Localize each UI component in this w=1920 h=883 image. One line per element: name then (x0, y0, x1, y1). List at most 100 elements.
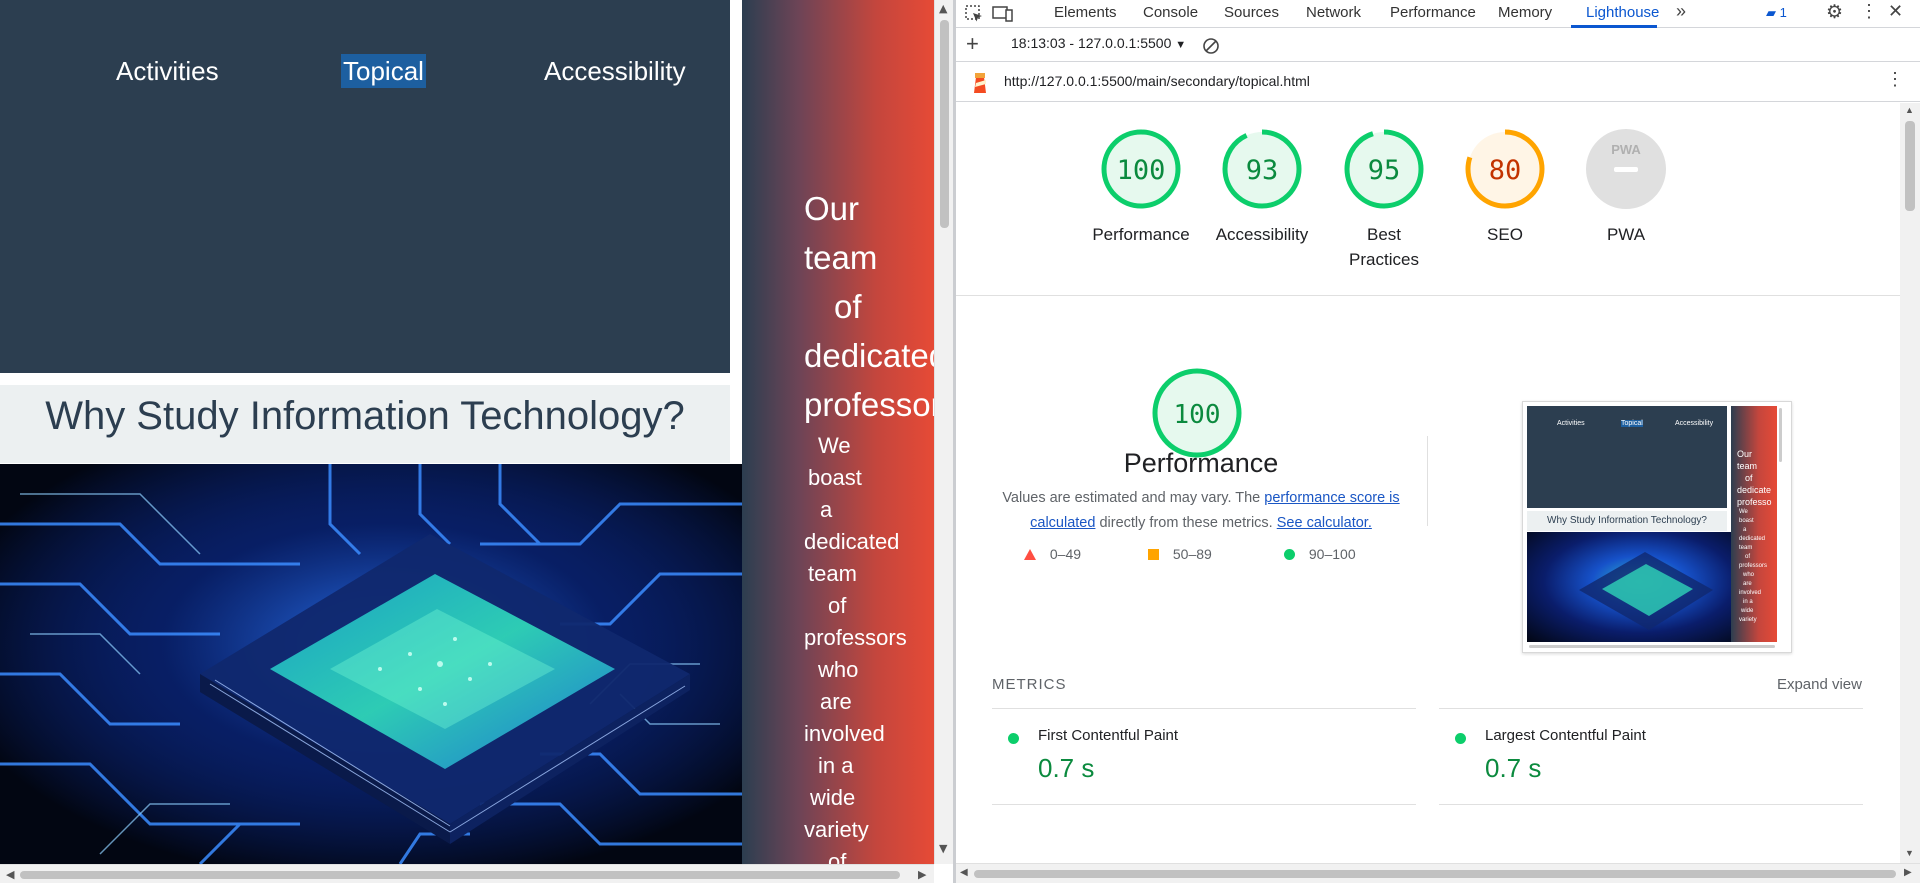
tab-elements[interactable]: Elements (1054, 4, 1117, 21)
circuit-chip-image (0, 464, 742, 864)
issues-count: 1 (1779, 5, 1787, 20)
side-word: wide (810, 785, 856, 810)
side-word: professors (804, 386, 934, 423)
device-toolbar-icon[interactable] (992, 4, 1014, 24)
scroll-down-icon[interactable]: ▼ (1905, 848, 1914, 858)
metric-name: First Contentful Paint (1038, 727, 1179, 744)
thumb-side-word: variety (1739, 617, 1757, 623)
gauge-label: Accessibility (1215, 225, 1309, 244)
gauge-ring: 80 (1465, 129, 1545, 209)
gauge-pwa[interactable]: PWA PWA (1571, 127, 1681, 247)
legend-average: 50–89 (1148, 546, 1212, 562)
scrollbar-thumb[interactable] (20, 871, 900, 879)
report-select[interactable]: 18:13:03 - 127.0.0.1:5500 ▼ (1011, 35, 1186, 51)
tab-console[interactable]: Console (1143, 4, 1198, 21)
settings-gear-icon[interactable]: ⚙ (1826, 1, 1843, 24)
scroll-up-icon[interactable]: ▲ (939, 2, 947, 15)
gauge-ring: 95 (1344, 129, 1424, 209)
scroll-left-icon[interactable]: ◀ (960, 867, 968, 878)
more-tabs-icon[interactable]: » (1676, 1, 1686, 22)
gauge-seo[interactable]: 80 SEO (1450, 127, 1560, 247)
performance-big-gauge: 100 (1152, 368, 1242, 458)
side-word: a (820, 497, 833, 522)
nav-link-topical[interactable]: Topical (341, 54, 426, 88)
legend-average-label: 50–89 (1172, 546, 1212, 562)
gauge-accessibility[interactable]: 93 Accessibility (1207, 127, 1317, 247)
side-word: team (804, 239, 878, 276)
metric-divider (992, 804, 1416, 805)
page-horizontal-scrollbar[interactable]: ◀ ▶ (0, 864, 934, 883)
tab-lighthouse[interactable]: Lighthouse (1586, 4, 1659, 21)
tab-sources[interactable]: Sources (1224, 4, 1279, 21)
side-word: Our (804, 190, 860, 227)
performance-title: Performance (1123, 448, 1279, 478)
page-heading: Why Study Information Technology? (45, 394, 685, 438)
new-report-button[interactable]: + (966, 31, 979, 57)
thumb-side-text: We boast a dedicated team of professors … (1739, 508, 1767, 625)
thumb-side-word: of (1745, 473, 1753, 483)
scroll-up-icon[interactable]: ▲ (1905, 105, 1914, 115)
tab-network[interactable]: Network (1306, 4, 1361, 21)
scrollbar-thumb[interactable] (1905, 121, 1915, 211)
report-url: http://127.0.0.1:5500/main/secondary/top… (1004, 73, 1310, 89)
site-nav: Activities Topical Accessibility (0, 0, 730, 373)
gauge-ring: 100 (1101, 129, 1181, 209)
side-word: involved (804, 721, 885, 746)
see-calculator-link[interactable]: See calculator. (1277, 515, 1372, 531)
clear-reports-icon[interactable] (1202, 37, 1220, 55)
tab-performance[interactable]: Performance (1390, 4, 1476, 21)
scroll-right-icon[interactable]: ▶ (918, 868, 926, 881)
final-screenshot-thumbnail[interactable]: Activities Topical Accessibility Why Stu… (1522, 401, 1792, 653)
side-word: team (808, 561, 857, 586)
desc-text: directly from these metrics. (1095, 515, 1277, 531)
more-options-icon[interactable]: ⋮ (1860, 1, 1878, 22)
nav-gap (730, 0, 742, 373)
thumb-scrollbar (1779, 408, 1782, 462)
inspect-element-icon[interactable] (964, 4, 984, 24)
close-devtools-icon[interactable]: ✕ (1888, 1, 1903, 22)
pass-circle-icon (1284, 549, 1295, 560)
tab-memory[interactable]: Memory (1498, 4, 1552, 21)
thumb-heading: Why Study Information Technology? (1527, 511, 1727, 531)
scroll-left-icon[interactable]: ◀ (6, 868, 14, 881)
gauge-label: SEO (1487, 225, 1523, 244)
scroll-right-icon[interactable]: ▶ (1904, 867, 1912, 878)
scrollbar-thumb[interactable] (940, 20, 949, 228)
gauge-label: Best Practices (1349, 225, 1419, 269)
scrollbar-thumb[interactable] (974, 870, 1896, 878)
nav-link-activities[interactable]: Activities (116, 54, 219, 88)
nav-link-accessibility[interactable]: Accessibility (544, 54, 686, 88)
devtools-horizontal-scrollbar[interactable]: ◀ ▶ (956, 863, 1920, 883)
gauge-score: 100 (1117, 155, 1166, 186)
gauge-label: Performance (1092, 225, 1190, 244)
legend-fail-label: 0–49 (1049, 546, 1082, 562)
thumb-side-word: wide (1741, 608, 1754, 614)
report-select-value: 18:13:03 - 127.0.0.1:5500 (1011, 35, 1172, 51)
thumb-side-word: professo (1737, 497, 1772, 507)
gauge-best-practices[interactable]: 95 Best Practices (1329, 127, 1439, 272)
message-icon: ▰ (1766, 5, 1776, 20)
thumb-side-word: dedicate (1737, 485, 1772, 495)
thumb-side-word: of (1745, 554, 1751, 560)
report-vertical-scrollbar[interactable]: ▲ ▼ (1900, 103, 1920, 863)
metric-value: 0.7 s (1485, 753, 1542, 783)
pwa-badge-icon: PWA (1586, 129, 1666, 209)
thumb-side-heading: Our team of dedicate professo (1737, 448, 1772, 508)
pass-circle-icon (1455, 733, 1466, 744)
side-word: dedicated (804, 529, 900, 554)
thumb-nav: Activities Topical Accessibility (1527, 406, 1727, 508)
issues-badge[interactable]: ▰ 1 (1766, 5, 1787, 21)
expand-view-button[interactable]: Expand view (1777, 676, 1862, 693)
page-vertical-scrollbar[interactable]: ▲ ▼ (934, 0, 953, 864)
metric-first-contentful-paint: First Contentful Paint 0.7 s (992, 708, 1416, 805)
devtools-panel: Elements Console Sources Network Perform… (956, 0, 1920, 883)
thumb-nav-link: Activities (1557, 420, 1585, 427)
scroll-down-icon[interactable]: ▼ (939, 842, 947, 855)
desc-text: Values are estimated and may vary. The (1002, 490, 1265, 506)
legend-pass: 90–100 (1284, 546, 1356, 562)
side-word: boast (808, 465, 862, 490)
lighthouse-toolbar: + 18:13:03 - 127.0.0.1:5500 ▼ (956, 29, 1920, 62)
thumb-side-word: who (1743, 572, 1755, 578)
gauge-performance[interactable]: 100 Performance (1086, 127, 1196, 247)
report-menu-icon[interactable]: ⋮ (1886, 69, 1904, 90)
